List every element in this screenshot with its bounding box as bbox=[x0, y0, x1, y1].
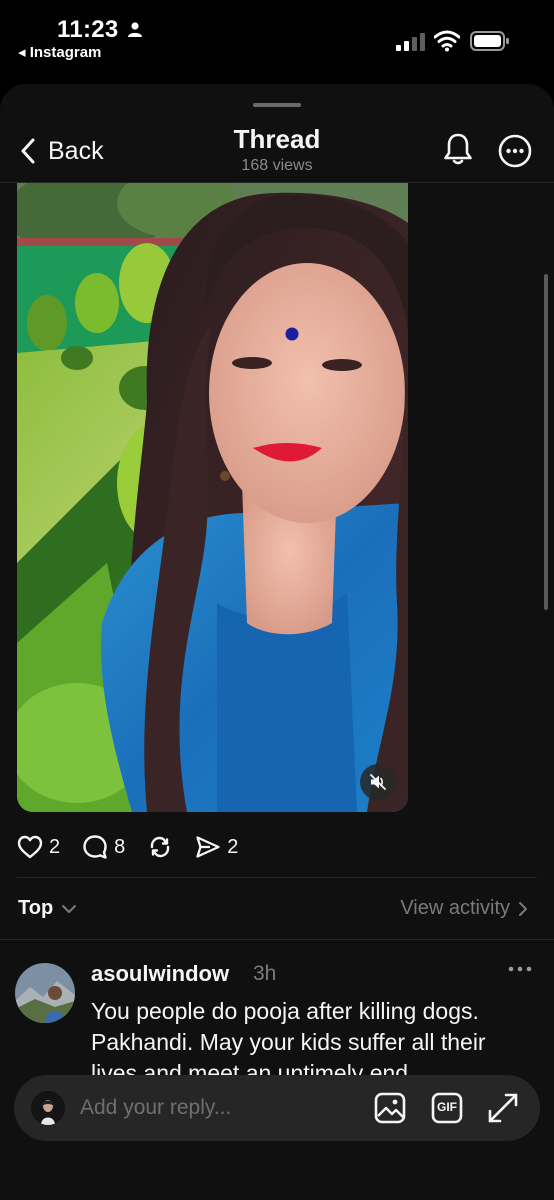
person-icon bbox=[128, 22, 142, 37]
heart-icon bbox=[17, 835, 43, 859]
post-actions: 2 8 2 bbox=[17, 832, 260, 862]
status-bar: 11:23 ◂ Instagram bbox=[0, 0, 554, 84]
signal-icon bbox=[396, 33, 425, 51]
reply-username[interactable]: asoulwindow bbox=[91, 961, 229, 987]
thread-sheet: Back Thread 168 views 2 8 2 Top View act… bbox=[0, 84, 554, 1200]
post-photo bbox=[17, 183, 408, 812]
scrollbar[interactable] bbox=[544, 274, 548, 610]
sheet-grabber[interactable] bbox=[253, 103, 301, 107]
chevron-down-icon bbox=[62, 904, 77, 913]
comment-icon bbox=[83, 835, 107, 859]
mute-toggle-button[interactable] bbox=[360, 764, 396, 800]
share-count: 2 bbox=[227, 835, 239, 858]
composer-avatar bbox=[31, 1091, 65, 1125]
status-time: 11:23 bbox=[57, 16, 119, 43]
sort-divider bbox=[0, 939, 554, 940]
repost-button[interactable] bbox=[147, 834, 173, 860]
send-icon bbox=[196, 836, 220, 858]
reply-text: You people do pooja after killing dogs. … bbox=[91, 998, 486, 1078]
view-activity-link[interactable]: View activity bbox=[400, 897, 528, 920]
actions-divider bbox=[17, 877, 537, 878]
more-circle-icon[interactable] bbox=[498, 134, 532, 168]
view-activity-label: View activity bbox=[400, 897, 510, 919]
share-button[interactable]: 2 bbox=[195, 835, 238, 859]
comment-button[interactable]: 8 bbox=[82, 834, 125, 860]
reply-timestamp: 3h bbox=[253, 962, 277, 985]
avatar[interactable] bbox=[15, 963, 75, 1023]
reply-composer: GIF bbox=[14, 1075, 540, 1141]
more-horizontal-icon[interactable] bbox=[508, 965, 532, 973]
gif-label: GIF bbox=[437, 1100, 457, 1114]
chevron-right-icon bbox=[519, 901, 527, 916]
like-count: 2 bbox=[49, 835, 61, 858]
gif-button[interactable]: GIF bbox=[430, 1091, 464, 1130]
repost-icon bbox=[151, 836, 170, 858]
sort-dropdown[interactable]: Top bbox=[18, 897, 79, 920]
mute-icon bbox=[370, 774, 386, 790]
like-button[interactable]: 2 bbox=[17, 835, 60, 859]
image-icon[interactable] bbox=[373, 1091, 407, 1125]
expand-icon[interactable] bbox=[486, 1091, 520, 1125]
battery-icon bbox=[470, 31, 509, 51]
wifi-icon bbox=[434, 30, 460, 52]
back-to-instagram-link[interactable]: ◂ Instagram bbox=[18, 43, 101, 61]
user-avatar-icon bbox=[31, 1091, 65, 1125]
comment-count: 8 bbox=[114, 835, 126, 858]
avatar-photo bbox=[15, 963, 75, 1023]
reply-input[interactable] bbox=[80, 1089, 350, 1127]
sort-label: Top bbox=[18, 897, 54, 919]
bell-icon[interactable] bbox=[442, 132, 474, 166]
post-video[interactable] bbox=[17, 183, 408, 812]
